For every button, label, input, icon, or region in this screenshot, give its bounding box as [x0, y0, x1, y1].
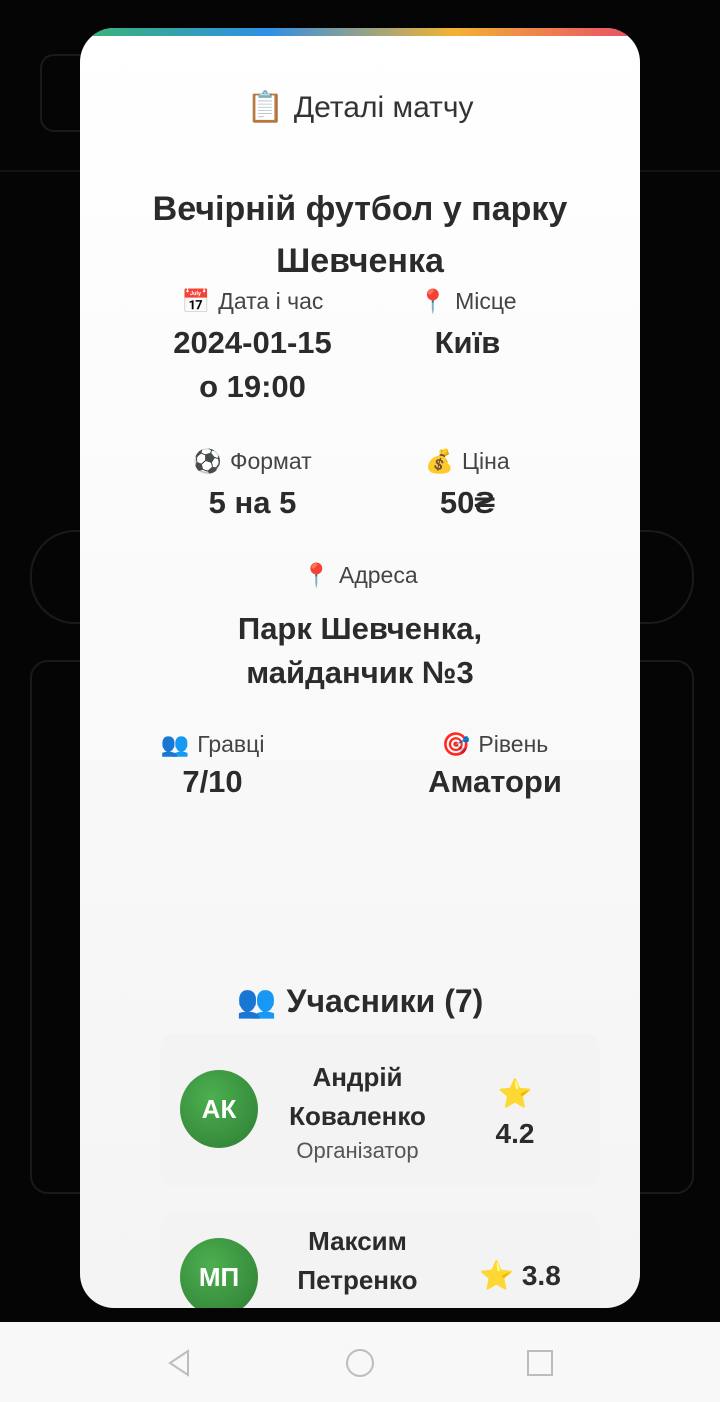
star-icon: ⭐: [479, 1259, 515, 1292]
soccer-ball-icon: ⚽: [193, 449, 222, 475]
pin-icon: 📍: [302, 563, 331, 589]
back-icon[interactable]: [164, 1348, 194, 1378]
participant-rating-value: 3.8: [521, 1260, 561, 1291]
star-icon: ⭐: [497, 1077, 533, 1110]
info-level: 🎯 Рівень Аматори: [400, 731, 590, 804]
info-date: 📅 Дата і час 2024-01-15 о 19:00: [140, 288, 365, 409]
participant-card[interactable]: МП Максим Петренко ⭐ 3.8: [160, 1212, 600, 1308]
info-level-label: Рівень: [478, 731, 549, 757]
participant-last-name: Коваленко: [289, 1101, 426, 1131]
info-place-label: Місце: [455, 288, 517, 314]
info-price: 💰 Ціна 50₴: [365, 448, 570, 525]
match-details-modal: 📋 Деталі матчу Вечірній футбол у парку Ш…: [80, 28, 640, 1308]
modal-title: Деталі матчу: [293, 90, 474, 124]
info-players: 👥 Гравці 7/10: [120, 731, 305, 804]
participant-last-name: Петренко: [297, 1265, 418, 1295]
recents-icon[interactable]: [525, 1348, 555, 1378]
target-icon: 🎯: [441, 732, 471, 758]
info-date-value: 2024-01-15: [173, 325, 332, 360]
participant-first-name: Андрій: [312, 1062, 403, 1092]
participant-role: Організатор: [296, 1138, 419, 1163]
info-date-label: Дата і час: [218, 288, 324, 314]
info-price-value: 50₴: [439, 485, 496, 520]
info-players-value: 7/10: [182, 764, 243, 799]
avatar: МП: [180, 1238, 258, 1308]
info-format-label: Формат: [229, 448, 312, 474]
match-title: Вечірній футбол у парку Шевченка: [152, 190, 568, 280]
participants-title: Учасники (7): [286, 982, 484, 1019]
info-address: 📍 Адреса Парк Шевченка, майданчик №3: [140, 562, 580, 695]
money-bag-icon: 💰: [425, 449, 454, 475]
pin-icon: 📍: [418, 289, 448, 315]
home-icon[interactable]: [345, 1348, 375, 1378]
participant-card[interactable]: АК Андрій Коваленко Організатор ⭐ 4.2: [160, 1034, 600, 1186]
participant-name: Максим Петренко: [270, 1222, 445, 1300]
info-players-label: Гравці: [197, 731, 265, 757]
info-place-value: Київ: [434, 325, 501, 360]
participants-header: 👥 Учасники (7): [80, 982, 640, 1020]
people-icon: 👥: [236, 982, 277, 1020]
info-format-value: 5 на 5: [208, 485, 297, 520]
people-icon: 👥: [160, 732, 190, 758]
info-time-value: о 19:00: [199, 369, 306, 404]
info-place: 📍 Місце Київ: [365, 288, 570, 365]
modal-gradient-bar: [80, 28, 640, 36]
info-price-label: Ціна: [462, 448, 510, 474]
clipboard-icon: 📋: [246, 90, 284, 125]
calendar-icon: 📅: [181, 289, 211, 315]
participant-first-name: Максим: [308, 1226, 407, 1256]
info-level-value: Аматори: [428, 764, 562, 799]
participant-rating: ⭐ 3.8: [450, 1256, 590, 1296]
participant-name: Андрій Коваленко Організатор: [270, 1058, 445, 1166]
participant-rating-value: 4.2: [495, 1118, 535, 1149]
participant-rating: ⭐ 4.2: [460, 1074, 570, 1154]
info-address-label: Адреса: [339, 562, 418, 588]
info-address-line1: Парк Шевченка,: [237, 611, 483, 646]
info-format: ⚽ Формат 5 на 5: [140, 448, 365, 525]
avatar: АК: [180, 1070, 258, 1148]
info-address-line2: майданчик №3: [246, 655, 474, 690]
modal-header: 📋 Деталі матчу: [80, 90, 640, 125]
system-navigation-bar: [0, 1322, 720, 1402]
